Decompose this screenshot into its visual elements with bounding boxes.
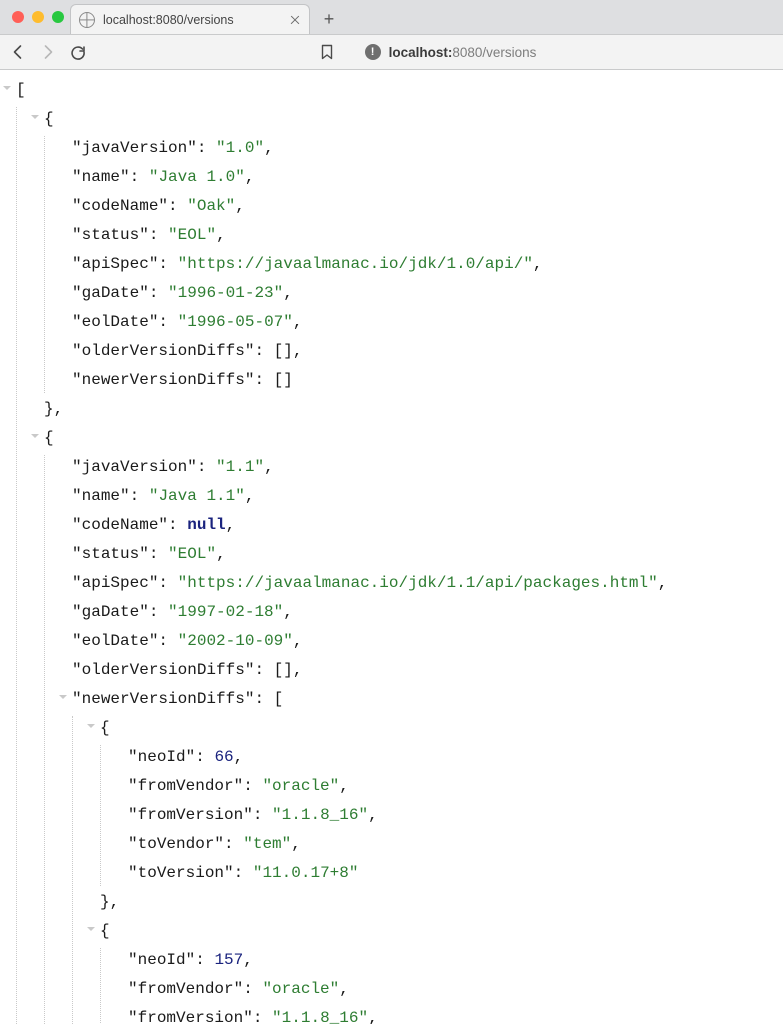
reload-button[interactable] [70,44,86,60]
chevron-down-icon[interactable] [86,924,96,934]
toolbar: ! localhost:8080/versions [0,34,783,70]
new-tab-button[interactable]: + [316,6,342,32]
window-controls [8,0,70,34]
bookmark-icon[interactable] [320,44,334,60]
chevron-down-icon[interactable] [2,83,12,93]
chevron-down-icon[interactable] [86,721,96,731]
forward-button[interactable] [40,44,56,60]
back-button[interactable] [10,44,26,60]
window-close-button[interactable] [12,11,24,23]
browser-tab[interactable]: localhost:8080/versions [70,4,310,34]
browser-chrome: localhost:8080/versions + ! localhost:80… [0,0,783,70]
url-text: localhost:8080/versions [389,45,537,60]
tab-title: localhost:8080/versions [103,13,283,27]
window-minimize-button[interactable] [32,11,44,23]
chevron-down-icon[interactable] [30,112,40,122]
chevron-down-icon[interactable] [30,431,40,441]
close-icon[interactable] [289,14,301,26]
window-zoom-button[interactable] [52,11,64,23]
tabstrip: localhost:8080/versions + [0,0,783,34]
chevron-down-icon[interactable] [58,692,68,702]
address-bar[interactable]: ! localhost:8080/versions [361,38,541,66]
globe-icon [79,12,95,28]
insecure-icon: ! [365,44,381,60]
json-viewer: [ { "javaVersion": "1.0", "name": "Java … [0,70,783,1024]
